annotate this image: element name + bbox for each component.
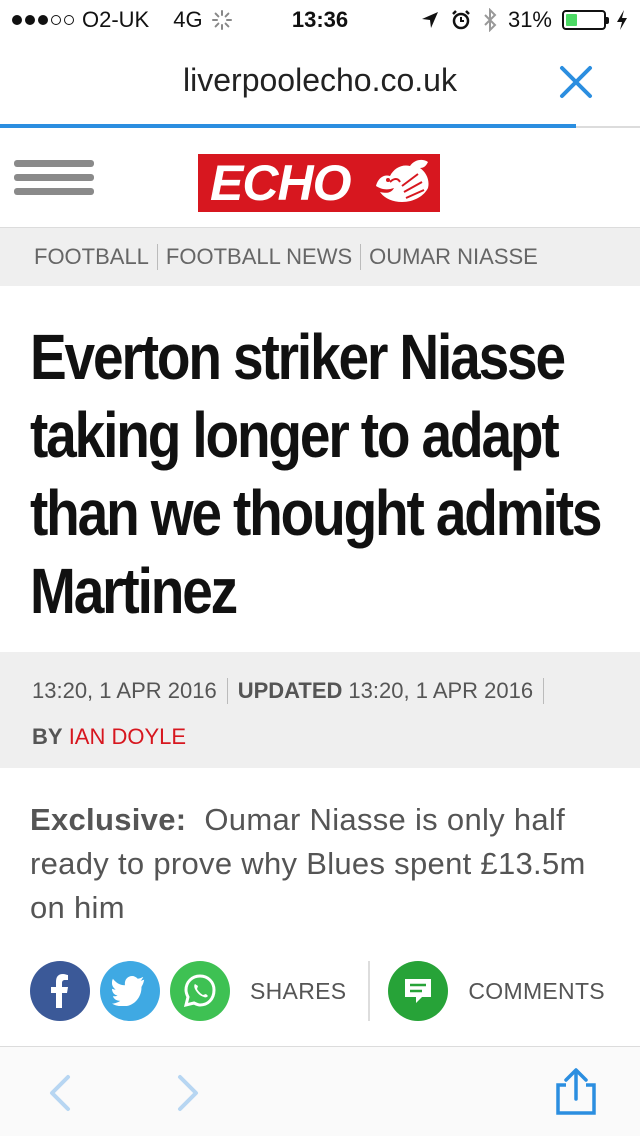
location-arrow-icon: [421, 12, 438, 28]
page-load-progress: [0, 124, 576, 128]
author-link[interactable]: IAN DOYLE: [69, 724, 186, 749]
breadcrumb-football[interactable]: FOOTBALL: [34, 244, 149, 270]
facebook-share-button[interactable]: [30, 961, 90, 1021]
site-header: ECHO: [0, 130, 640, 228]
bluetooth-icon: [484, 8, 497, 32]
echo-logo[interactable]: ECHO: [198, 154, 440, 212]
close-icon[interactable]: [556, 62, 596, 102]
share-icon[interactable]: [552, 1067, 600, 1117]
breadcrumb-oumar-niasse[interactable]: OUMAR NIASSE: [369, 244, 538, 270]
battery-level: [566, 14, 578, 26]
published-time: 13:20, 1 APR 2016: [32, 678, 217, 703]
comments-button[interactable]: [388, 961, 449, 1021]
charging-bolt-icon: [617, 10, 627, 30]
browser-toolbar: [0, 1046, 640, 1136]
breadcrumb: FOOTBALL FOOTBALL NEWS OUMAR NIASSE: [0, 228, 640, 286]
liver-bird-icon: [376, 159, 429, 202]
comments-label[interactable]: COMMENTS: [468, 978, 605, 1005]
status-bar: O2-UK 4G 13:36 31%: [0, 0, 640, 40]
forward-chevron-icon[interactable]: [172, 1073, 202, 1113]
whatsapp-share-button[interactable]: [170, 961, 230, 1021]
meta-divider: [226, 678, 228, 704]
share-divider: [368, 961, 371, 1021]
battery-percent: 31%: [507, 7, 552, 32]
carrier-name: O2-UK: [82, 7, 150, 32]
breadcrumb-divider: [360, 244, 362, 270]
meta-divider: [543, 678, 545, 704]
network-type: 4G: [173, 7, 203, 32]
share-row: SHARES COMMENTS: [30, 960, 610, 1022]
status-right: 31%: [420, 7, 628, 33]
twitter-share-button[interactable]: [100, 961, 160, 1021]
alarm-icon: [452, 10, 470, 30]
status-left: O2-UK 4G: [12, 7, 272, 33]
whatsapp-icon: [183, 974, 216, 1008]
standfirst-label: Exclusive:: [30, 802, 187, 837]
menu-icon[interactable]: [14, 160, 94, 200]
breadcrumb-divider: [156, 244, 158, 270]
facebook-icon: [51, 974, 68, 1008]
shares-label: SHARES: [250, 977, 347, 1004]
byline-label: BY: [32, 724, 63, 749]
activity-spinner-icon: [211, 10, 232, 30]
battery-icon: [562, 10, 609, 30]
logo-text: ECHO: [210, 155, 351, 211]
back-chevron-icon[interactable]: [46, 1073, 76, 1113]
url-field[interactable]: liverpoolecho.co.uk: [0, 62, 640, 99]
updated-label: UPDATED: [237, 678, 343, 703]
article-meta: 13:20, 1 APR 2016 UPDATED 13:20, 1 APR 2…: [0, 652, 640, 768]
signal-strength-icon: [12, 15, 74, 25]
twitter-icon: [112, 976, 145, 1006]
article-standfirst: Exclusive: Oumar Niasse is only half read…: [30, 798, 620, 930]
address-bar: liverpoolecho.co.uk: [0, 40, 640, 128]
article-headline: Everton striker Niasse taking longer to …: [30, 321, 602, 627]
comment-bubble-icon: [405, 979, 432, 1003]
updated-time: 13:20, 1 APR 2016: [348, 678, 534, 703]
breadcrumb-football-news[interactable]: FOOTBALL NEWS: [166, 244, 352, 270]
